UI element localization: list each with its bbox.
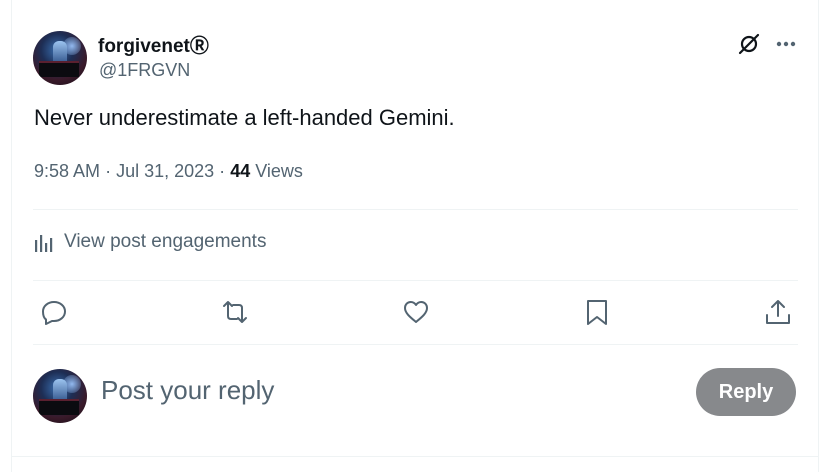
meta-separator: · [105, 161, 112, 181]
views-label: Views [255, 161, 303, 181]
current-user-avatar[interactable] [33, 369, 87, 423]
grok-icon[interactable] [737, 32, 761, 56]
divider [33, 344, 798, 345]
bookmark-action[interactable] [583, 298, 611, 326]
post-time[interactable]: 9:58 AM [34, 161, 100, 181]
bookmark-icon [587, 300, 607, 325]
author-avatar[interactable] [33, 31, 87, 85]
reply-action[interactable] [40, 298, 68, 326]
reply-input[interactable]: Post your reply [101, 375, 274, 406]
reply-icon [42, 301, 66, 325]
bottom-divider [11, 456, 819, 457]
share-icon [766, 300, 790, 324]
author-display-name[interactable]: forgivenetⓇ [98, 31, 209, 58]
reply-button[interactable]: Reply [696, 368, 796, 416]
divider [33, 280, 798, 281]
post-meta: 9:58 AM · Jul 31, 2023 · 44 Views [34, 161, 303, 182]
divider [33, 209, 798, 210]
author-handle[interactable]: @1FRGVN [99, 60, 190, 81]
share-action[interactable] [764, 298, 792, 326]
repost-icon [223, 301, 247, 323]
views-count: 44 [230, 161, 251, 181]
view-engagements-label[interactable]: View post engagements [64, 231, 266, 253]
view-engagements-link[interactable]: View post engagements [34, 231, 266, 253]
more-options-icon[interactable] [775, 34, 797, 54]
repost-action[interactable] [221, 298, 249, 326]
post-text: Never underestimate a left-handed Gemini… [34, 105, 455, 130]
like-icon [404, 301, 428, 323]
post-date[interactable]: Jul 31, 2023 [116, 161, 214, 181]
like-action[interactable] [402, 298, 430, 326]
meta-separator-2: · [219, 161, 226, 181]
bar-chart-icon [35, 234, 53, 252]
